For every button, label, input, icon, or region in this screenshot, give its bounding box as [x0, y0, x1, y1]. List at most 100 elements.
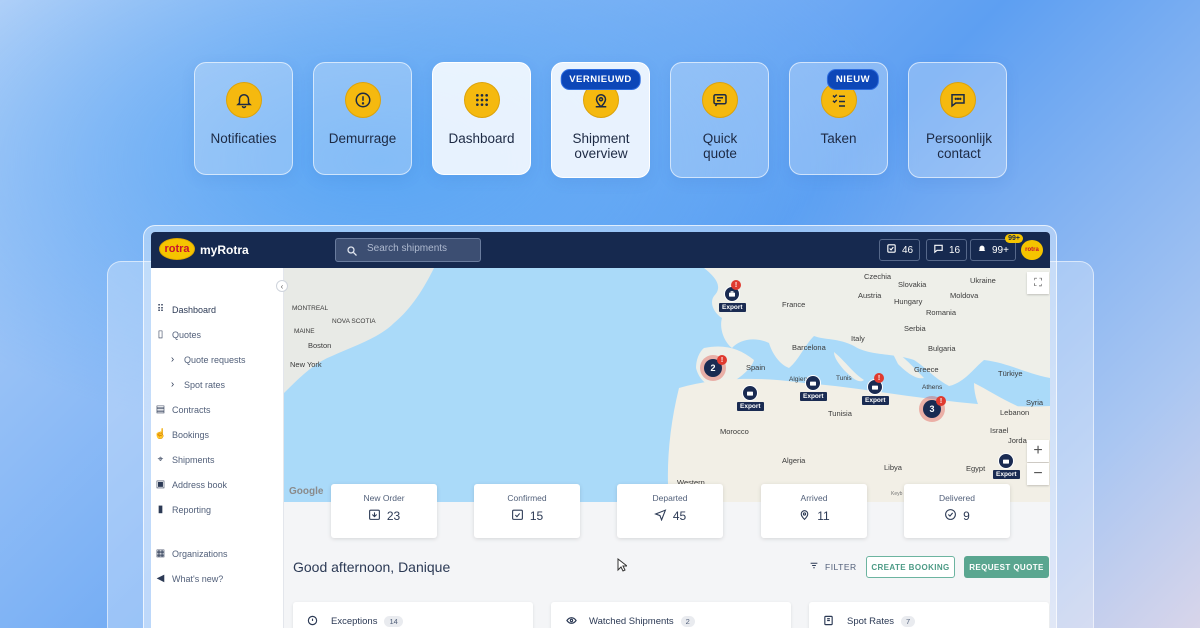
info-icon — [307, 615, 318, 628]
stat-card-confirmed[interactable]: Confirmed 15 — [474, 484, 580, 538]
map-label: Romania — [926, 308, 957, 317]
check-box-icon — [511, 508, 524, 524]
stat-card-arrived[interactable]: Arrived 11 — [761, 484, 867, 538]
fullscreen-icon[interactable]: ⛶ — [1027, 272, 1049, 294]
stat-label: Departed — [652, 493, 688, 503]
brand-name: myRotra — [200, 243, 249, 257]
send-icon — [653, 508, 667, 524]
spot-rates-panel[interactable]: Spot Rates 7 — [809, 602, 1049, 628]
map-label: Jorda — [1008, 436, 1027, 445]
map-label: Slovakia — [898, 280, 927, 289]
export-tag: Export — [719, 303, 746, 312]
map-label: Türkiye — [998, 369, 1023, 378]
greeting: Good afternoon, Danique — [293, 559, 451, 575]
eye-icon — [565, 615, 578, 628]
stat-value: 23 — [386, 509, 401, 523]
map-label: NOVA SCOTIA — [332, 318, 376, 325]
watched-shipments-panel[interactable]: Watched Shipments 2 — [551, 602, 791, 628]
panel-count: 2 — [680, 616, 695, 627]
sidebar-item-bookings[interactable]: ☝ Bookings — [154, 429, 209, 440]
export-marker[interactable]: ! Export — [719, 280, 746, 312]
panel-count: 14 — [384, 616, 403, 627]
mouse-cursor-icon — [617, 557, 629, 577]
sidebar-item-reporting[interactable]: ▮ Reporting — [155, 504, 211, 515]
zoom-out-button[interactable]: − — [1027, 463, 1049, 485]
shipment-map[interactable]: Czechia Ukraine Slovakia France Austria … — [284, 268, 1050, 502]
panel-title: Spot Rates — [847, 616, 894, 627]
feature-card-shipment-overview[interactable]: VERNIEUWD Shipment overview — [551, 62, 650, 178]
export-marker[interactable]: Export — [800, 375, 827, 401]
feature-label: Demurrage — [328, 131, 397, 146]
export-marker[interactable]: ! Export — [862, 373, 889, 405]
message-icon — [933, 243, 944, 257]
map-label: Algeria — [782, 456, 806, 465]
sidebar-item-whats-new[interactable]: ◀ What's new? — [155, 573, 224, 584]
export-tag: Export — [737, 402, 764, 411]
google-logo: Google — [289, 486, 324, 497]
export-marker[interactable]: Export — [993, 453, 1020, 479]
collapse-sidebar-button[interactable]: ‹ — [276, 280, 288, 292]
search-input[interactable] — [367, 243, 477, 254]
stat-value: 11 — [817, 509, 830, 523]
tasks-button[interactable]: 46 — [879, 239, 921, 261]
map-label: Libya — [884, 463, 902, 472]
avatar[interactable]: rotra — [1021, 240, 1043, 260]
request-quote-button[interactable]: REQUEST QUOTE — [964, 556, 1049, 578]
sidebar-item-address-book[interactable]: ▣ Address book — [155, 479, 227, 490]
exceptions-panel[interactable]: Exceptions 14 — [293, 602, 533, 628]
exception-icon: ! — [936, 396, 946, 406]
contract-icon: ▤ — [155, 404, 166, 415]
messages-count: 16 — [949, 244, 961, 256]
exception-icon: ! — [731, 280, 741, 290]
feature-card-quick-quote[interactable]: Quick quote — [670, 62, 769, 178]
map-label: Ukraine — [970, 276, 996, 285]
map-label: Boston — [308, 341, 332, 350]
stat-label: Delivered — [939, 493, 975, 503]
feature-card-dashboard[interactable]: Dashboard — [432, 62, 531, 175]
export-tag: Export — [862, 396, 889, 405]
rotra-logo[interactable]: rotra — [159, 238, 195, 260]
building-icon: ▦ — [155, 548, 166, 559]
sidebar-item-contracts[interactable]: ▤ Contracts — [155, 404, 211, 415]
feature-card-taken[interactable]: NIEUW Taken — [789, 62, 888, 175]
map-label: MONTREAL — [292, 305, 329, 312]
export-marker[interactable]: Export — [737, 385, 764, 411]
map-label: Tunis — [836, 375, 852, 382]
filter-button[interactable]: FILTER — [809, 561, 857, 572]
stat-card-new-order[interactable]: New Order 23 — [331, 484, 437, 538]
bell-icon — [977, 243, 987, 257]
zoom-in-button[interactable]: + — [1027, 440, 1049, 462]
sidebar-item-quotes[interactable]: ▯ Quotes — [155, 329, 201, 340]
export-tag: Export — [800, 392, 827, 401]
feature-label: Taken — [820, 131, 857, 146]
briefcase-icon — [998, 453, 1015, 469]
messages-button[interactable]: 16 — [926, 239, 968, 261]
chevron-right-icon: › — [170, 354, 175, 365]
feature-card-demurrage[interactable]: Demurrage — [313, 62, 412, 175]
feature-card-notificaties[interactable]: Notificaties — [194, 62, 293, 175]
map-label: Hungary — [894, 297, 923, 306]
grid-icon: ⠿ — [156, 304, 165, 315]
search-box[interactable] — [335, 238, 481, 262]
map-label: Bulgaria — [928, 344, 956, 353]
megaphone-icon: ◀ — [156, 573, 165, 584]
sidebar-item-quote-requests[interactable]: › Quote requests — [167, 354, 246, 365]
tasks-count: 46 — [902, 244, 914, 256]
notifications-button[interactable]: 99+ 99+ — [970, 234, 1023, 261]
sidebar-item-dashboard[interactable]: ⠿ Dashboard — [155, 304, 216, 315]
map-label: New York — [290, 360, 322, 369]
vernieuwd-badge: VERNIEUWD — [560, 69, 641, 90]
stat-label: New Order — [363, 493, 405, 503]
stat-value: 9 — [963, 509, 970, 523]
stat-card-departed[interactable]: Departed 45 — [617, 484, 723, 538]
feature-card-persoonlijk-contact[interactable]: Persoonlijk contact — [908, 62, 1007, 178]
map-label: MAINE — [294, 328, 315, 335]
sidebar-item-shipments[interactable]: ⌖ Shipments — [155, 454, 215, 465]
notification-badge: 99+ — [1005, 234, 1023, 243]
map-label: Austria — [858, 291, 882, 300]
sidebar-item-organizations[interactable]: ▦ Organizations — [155, 548, 228, 559]
sidebar-item-spot-rates[interactable]: › Spot rates — [167, 379, 225, 390]
panel-title: Exceptions — [331, 616, 378, 627]
stat-card-delivered[interactable]: Delivered 9 — [904, 484, 1010, 538]
create-booking-button[interactable]: CREATE BOOKING — [866, 556, 955, 578]
